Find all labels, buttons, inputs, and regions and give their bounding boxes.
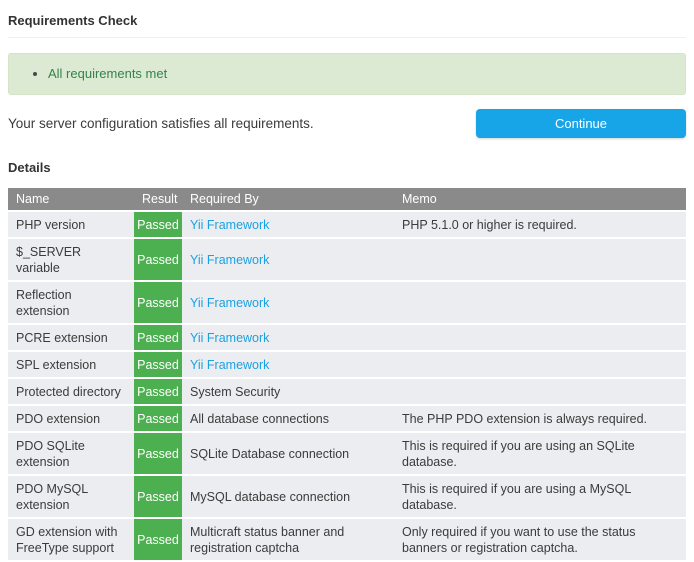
requirement-name: SPL extension bbox=[8, 352, 134, 379]
passed-badge: Passed bbox=[134, 282, 182, 325]
column-header-required-by: Required By bbox=[182, 188, 394, 212]
required-by-cell: Yii Framework bbox=[182, 239, 394, 282]
table-row: Protected directory Passed System Securi… bbox=[8, 379, 686, 406]
requirement-name: PCRE extension bbox=[8, 325, 134, 352]
required-by-cell: Yii Framework bbox=[182, 352, 394, 379]
details-title: Details bbox=[8, 160, 686, 175]
alert-item: All requirements met bbox=[48, 65, 670, 83]
requirements-table: Name Result Required By Memo PHP version… bbox=[8, 188, 686, 562]
requirement-memo bbox=[394, 239, 686, 282]
requirement-name: PHP version bbox=[8, 212, 134, 239]
requirement-name: Protected directory bbox=[8, 379, 134, 406]
table-row: GD extension with FreeType support Passe… bbox=[8, 519, 686, 562]
requirement-name: PDO MySQL extension bbox=[8, 476, 134, 519]
summary-text: Your server configuration satisfies all … bbox=[8, 116, 314, 131]
passed-badge: Passed bbox=[134, 379, 182, 406]
requirements-page: Requirements Check All requirements met … bbox=[0, 13, 694, 562]
requirement-memo bbox=[394, 282, 686, 325]
passed-badge: Passed bbox=[134, 433, 182, 476]
required-by-link[interactable]: Yii Framework bbox=[190, 296, 269, 310]
required-by: MySQL database connection bbox=[190, 490, 350, 504]
required-by-cell: Multicraft status banner and registratio… bbox=[182, 519, 394, 562]
required-by: SQLite Database connection bbox=[190, 447, 349, 461]
required-by: All database connections bbox=[190, 412, 329, 426]
table-row: $_SERVER variable Passed Yii Framework bbox=[8, 239, 686, 282]
column-header-result: Result bbox=[134, 188, 182, 212]
success-alert: All requirements met bbox=[8, 53, 686, 95]
required-by: Multicraft status banner and registratio… bbox=[190, 525, 344, 555]
requirement-name: $_SERVER variable bbox=[8, 239, 134, 282]
passed-badge: Passed bbox=[134, 476, 182, 519]
required-by: System Security bbox=[190, 385, 280, 399]
required-by-cell: All database connections bbox=[182, 406, 394, 433]
requirement-memo bbox=[394, 352, 686, 379]
requirement-memo bbox=[394, 325, 686, 352]
column-header-memo: Memo bbox=[394, 188, 686, 212]
requirement-memo: This is required if you are using an SQL… bbox=[394, 433, 686, 476]
required-by-cell: SQLite Database connection bbox=[182, 433, 394, 476]
requirement-memo bbox=[394, 379, 686, 406]
table-row: PDO extension Passed All database connec… bbox=[8, 406, 686, 433]
required-by-cell: System Security bbox=[182, 379, 394, 406]
required-by-link[interactable]: Yii Framework bbox=[190, 253, 269, 267]
page-title: Requirements Check bbox=[8, 13, 686, 28]
requirement-memo: The PHP PDO extension is always required… bbox=[394, 406, 686, 433]
table-row: PCRE extension Passed Yii Framework bbox=[8, 325, 686, 352]
requirement-name: PDO extension bbox=[8, 406, 134, 433]
table-header: Name Result Required By Memo bbox=[8, 188, 686, 212]
requirements-table-body: PHP version Passed Yii Framework PHP 5.1… bbox=[8, 212, 686, 562]
passed-badge: Passed bbox=[134, 325, 182, 352]
passed-badge: Passed bbox=[134, 406, 182, 433]
requirement-memo: PHP 5.1.0 or higher is required. bbox=[394, 212, 686, 239]
table-row: PHP version Passed Yii Framework PHP 5.1… bbox=[8, 212, 686, 239]
table-row: PDO MySQL extension Passed MySQL databas… bbox=[8, 476, 686, 519]
required-by-cell: Yii Framework bbox=[182, 282, 394, 325]
table-header-row: Name Result Required By Memo bbox=[8, 188, 686, 212]
requirement-name: GD extension with FreeType support bbox=[8, 519, 134, 562]
requirement-name: Reflection extension bbox=[8, 282, 134, 325]
passed-badge: Passed bbox=[134, 212, 182, 239]
table-row: Reflection extension Passed Yii Framewor… bbox=[8, 282, 686, 325]
passed-badge: Passed bbox=[134, 239, 182, 282]
required-by-cell: Yii Framework bbox=[182, 325, 394, 352]
required-by-link[interactable]: Yii Framework bbox=[190, 358, 269, 372]
title-divider bbox=[8, 37, 686, 38]
requirement-memo: This is required if you are using a MySQ… bbox=[394, 476, 686, 519]
continue-button[interactable]: Continue bbox=[476, 109, 686, 138]
required-by-link[interactable]: Yii Framework bbox=[190, 331, 269, 345]
required-by-cell: MySQL database connection bbox=[182, 476, 394, 519]
summary-row: Your server configuration satisfies all … bbox=[8, 109, 686, 138]
requirement-memo: Only required if you want to use the sta… bbox=[394, 519, 686, 562]
table-row: PDO SQLite extension Passed SQLite Datab… bbox=[8, 433, 686, 476]
table-row: SPL extension Passed Yii Framework bbox=[8, 352, 686, 379]
passed-badge: Passed bbox=[134, 352, 182, 379]
alert-list: All requirements met bbox=[24, 65, 670, 83]
column-header-name: Name bbox=[8, 188, 134, 212]
passed-badge: Passed bbox=[134, 519, 182, 562]
requirement-name: PDO SQLite extension bbox=[8, 433, 134, 476]
required-by-link[interactable]: Yii Framework bbox=[190, 218, 269, 232]
required-by-cell: Yii Framework bbox=[182, 212, 394, 239]
